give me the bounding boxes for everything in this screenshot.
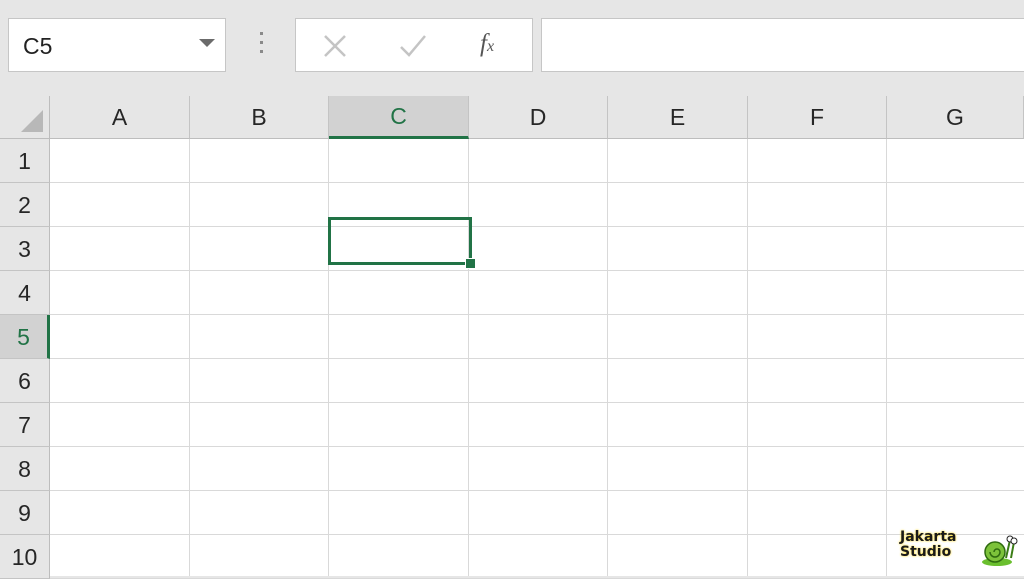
fx-sub: x	[486, 38, 495, 55]
watermark-logo: Jakarta Studio	[900, 530, 1018, 572]
more-options-icon[interactable]	[256, 32, 266, 58]
spreadsheet-grid[interactable]: A B C D E F G 1 2 3 4 5 6 7 8 9 10	[0, 96, 1024, 579]
active-cell[interactable]	[328, 217, 472, 265]
row-header-3[interactable]: 3	[0, 227, 50, 271]
fx-label: f	[480, 30, 487, 57]
fill-handle[interactable]	[465, 258, 476, 269]
select-all-button[interactable]	[0, 96, 50, 139]
formula-buttons: fx	[295, 18, 533, 72]
column-header-a[interactable]: A	[50, 96, 190, 139]
select-all-triangle-icon	[21, 110, 43, 132]
gridline-horizontal	[50, 446, 1024, 447]
column-header-e[interactable]: E	[608, 96, 748, 139]
column-header-c[interactable]: C	[329, 96, 469, 139]
gridline-horizontal	[50, 182, 1024, 183]
row-header-6[interactable]: 6	[0, 359, 50, 403]
row-header-9[interactable]: 9	[0, 491, 50, 535]
name-box[interactable]: C5	[8, 18, 226, 72]
gridline-horizontal	[50, 270, 1024, 271]
watermark-line2: Studio	[900, 544, 952, 560]
gridline-horizontal	[50, 402, 1024, 403]
row-header-7[interactable]: 7	[0, 403, 50, 447]
column-header-b[interactable]: B	[190, 96, 329, 139]
row-header-1[interactable]: 1	[0, 139, 50, 183]
row-header-10[interactable]: 10	[0, 535, 50, 579]
check-icon[interactable]	[398, 33, 428, 59]
column-header-d[interactable]: D	[469, 96, 608, 139]
gridline-horizontal	[50, 490, 1024, 491]
row-header-8[interactable]: 8	[0, 447, 50, 491]
snail-icon	[982, 535, 1018, 566]
column-header-g[interactable]: G	[887, 96, 1024, 139]
gridline-horizontal	[50, 534, 1024, 535]
name-box-value[interactable]: C5	[23, 33, 52, 60]
chevron-down-icon[interactable]	[199, 39, 215, 47]
row-header-2[interactable]: 2	[0, 183, 50, 227]
row-header-4[interactable]: 4	[0, 271, 50, 315]
formula-bar: C5 fx	[0, 0, 1024, 96]
gridline-horizontal	[50, 226, 1024, 227]
insert-function-button[interactable]: fx	[480, 30, 494, 58]
column-header-f[interactable]: F	[748, 96, 887, 139]
formula-input[interactable]	[541, 18, 1024, 72]
gridline-horizontal	[50, 314, 1024, 315]
watermark-text: Jakarta Studio	[900, 530, 956, 560]
cancel-icon[interactable]	[322, 33, 348, 59]
gridline-horizontal	[50, 358, 1024, 359]
watermark-line1: Jakarta	[900, 529, 957, 545]
row-header-5[interactable]: 5	[0, 315, 50, 359]
